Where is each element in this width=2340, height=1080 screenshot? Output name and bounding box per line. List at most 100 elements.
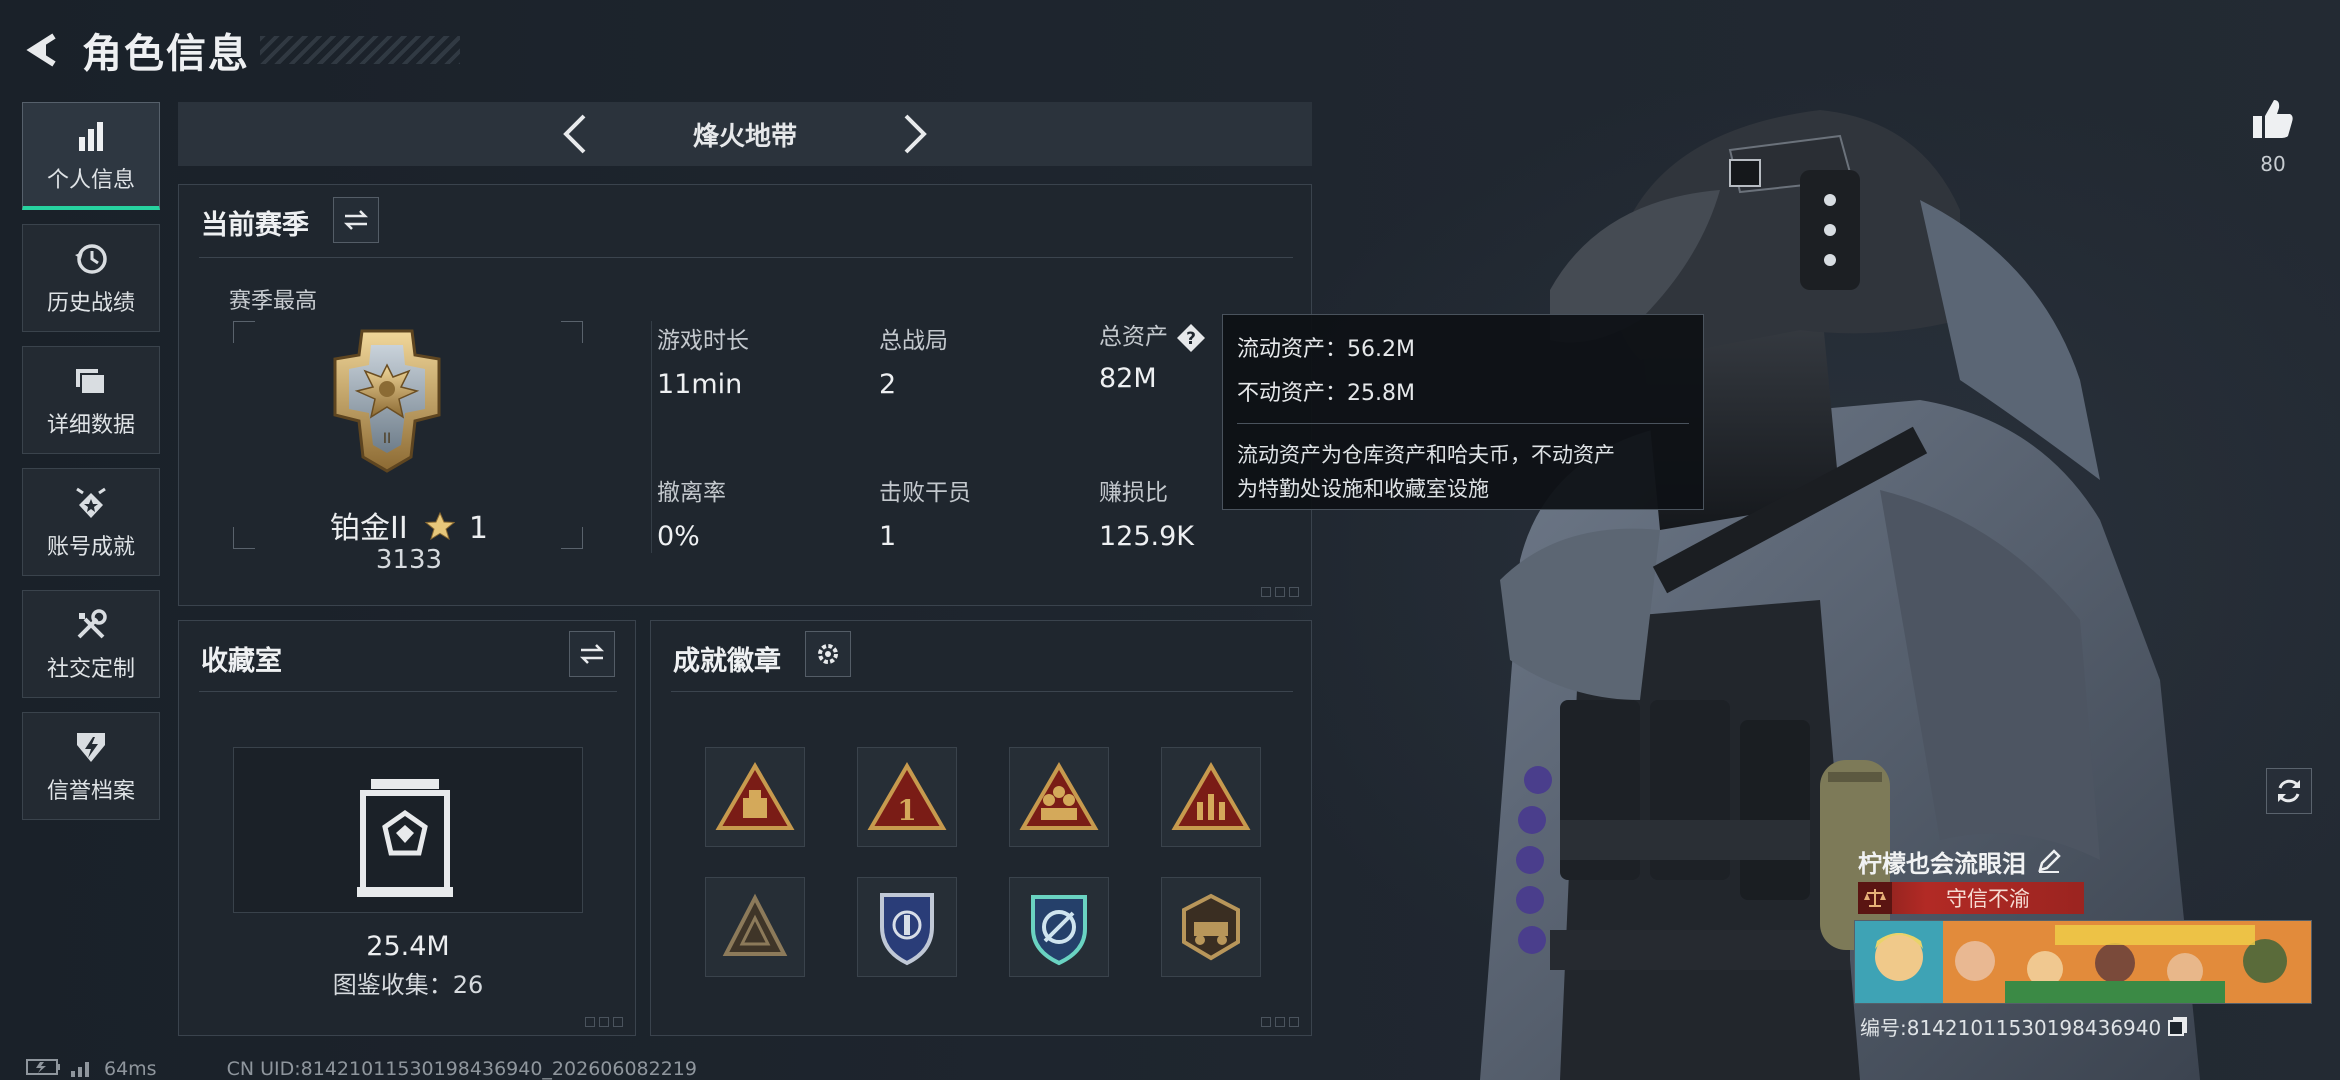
stat-total-matches: 总战局 2: [879, 321, 948, 400]
tooltip-liquid-assets: 流动资产：56.2M: [1237, 337, 1415, 362]
stats-divider: [651, 321, 652, 553]
panel-divider: [199, 691, 617, 692]
achievement-star-icon: [71, 483, 111, 523]
tooltip-fixed-assets: 不动资产：25.8M: [1237, 381, 1415, 406]
season-switch-button[interactable]: [333, 197, 379, 243]
edit-pencil-icon[interactable]: [2036, 848, 2064, 876]
like-button[interactable]: 80: [2248, 96, 2298, 176]
header: 角色信息: [22, 20, 460, 80]
season-high-label: 赛季最高: [229, 289, 318, 314]
title-decoration: [260, 36, 460, 64]
stat-value: 0%: [657, 521, 700, 552]
collection-count: 图鉴收集：26: [332, 971, 484, 999]
page-title: 角色信息: [82, 31, 250, 77]
sidebar-item-detailed-data[interactable]: 详细数据: [22, 346, 160, 454]
number-one-triangle-badge-icon[interactable]: 1: [857, 747, 957, 847]
sidebar-item-label: 个人信息: [46, 167, 135, 193]
svg-text:1: 1: [897, 794, 916, 827]
stat-label: 击败干员: [879, 480, 971, 506]
rotate-view-button[interactable]: [2266, 768, 2312, 814]
player-title-text: 守信不渝: [1946, 887, 2030, 911]
corner-decoration: [585, 1017, 623, 1027]
help-question-icon[interactable]: ?: [1176, 323, 1206, 353]
blue-shield-badge-icon[interactable]: [857, 877, 957, 977]
stat-value: 11min: [657, 369, 743, 400]
gear-icon: [818, 644, 838, 664]
collection-value: 25.4M: [366, 931, 450, 962]
stat-operators-defeated: 击败干员 1: [879, 473, 971, 552]
current-season-panel: 当前赛季 赛季最高 II 铂金II 1 3133 游戏时长 11min 总战局 …: [178, 184, 1312, 606]
collection-title: 收藏室: [201, 646, 282, 677]
stat-value: 1: [879, 521, 897, 552]
corner-decoration: [1261, 587, 1299, 597]
tooltip-description-line-1: 流动资产为仓库资产和哈夫币，不动资产: [1237, 443, 1615, 467]
player-id-row: 编号:814210115301984369​40: [1860, 1012, 2191, 1041]
sidebar-item-label: 信誉档案: [46, 779, 135, 804]
shield-lightning-icon: [71, 727, 111, 767]
badges-settings-button[interactable]: [805, 631, 851, 677]
collection-room-panel: 收藏室 25.4M 图鉴收集：26: [178, 620, 636, 1036]
supply-triangle-badge-icon[interactable]: [705, 747, 805, 847]
squad-triangle-badge-icon[interactable]: [1009, 747, 1109, 847]
clock-history-icon: [71, 239, 111, 279]
stat-label: 总战局: [879, 328, 948, 354]
stat-value: 125.9K: [1099, 521, 1195, 552]
stat-label: 总资产?: [1099, 317, 1206, 353]
signal-icon: [70, 1057, 94, 1080]
sidebar-item-reputation[interactable]: 信誉档案: [22, 712, 160, 820]
sidebar-item-social-custom[interactable]: 社交定制: [22, 590, 160, 698]
status-bar: 64ms CN UID:814210115301984369​40_202606…: [26, 1058, 697, 1080]
latency-readout: 64ms: [104, 1058, 157, 1080]
stat-extraction-rate: 撤离率 0%: [657, 473, 726, 552]
collection-switch-button[interactable]: [569, 631, 615, 677]
player-title-badge[interactable]: 守信不渝: [1858, 882, 2084, 914]
svg-text:?: ?: [1186, 329, 1196, 349]
sidebar-item-label: 社交定制: [46, 657, 135, 682]
sidebar-item-label: 历史战绩: [46, 291, 135, 316]
mode-switcher: 烽火地带: [178, 102, 1312, 166]
refresh-icon: [2278, 779, 2300, 803]
mode-title: 烽火地带: [692, 121, 797, 152]
copy-icon[interactable]: [2167, 1015, 2191, 1039]
stat-value: 82M: [1099, 362, 1157, 394]
badges-title: 成就徽章: [673, 646, 781, 677]
player-id: 编号:814210115301984369​40: [1860, 1016, 2162, 1040]
season-title: 当前赛季: [201, 210, 309, 241]
stat-profit-loss-ratio: 赚损比 125.9K: [1099, 473, 1194, 552]
rank-stars: 1: [468, 511, 488, 546]
stat-label: 游戏时长: [657, 328, 749, 354]
tooltip-divider: [1237, 423, 1689, 424]
vault-icon: [357, 775, 453, 899]
rank-score: 3133: [375, 545, 443, 575]
stat-total-assets: 总资产? 82M: [1099, 317, 1206, 394]
tools-icon: [71, 605, 111, 645]
folder-icon: [71, 361, 111, 401]
sidebar-item-history[interactable]: 历史战绩: [22, 224, 160, 332]
ammo-triangle-badge-icon[interactable]: [1161, 747, 1261, 847]
star-icon: [424, 511, 456, 549]
corner-decoration: [1261, 1017, 1299, 1027]
assets-tooltip: 流动资产：56.2M 不动资产：25.8M 流动资产为仓库资产和哈夫币，不动资产…: [1222, 314, 1704, 510]
next-mode-chevron-icon[interactable]: [885, 102, 945, 166]
stat-label-text: 总资产: [1099, 324, 1168, 350]
stat-label: 撤离率: [657, 480, 726, 506]
player-banner[interactable]: [1854, 920, 2312, 1004]
rank-name-row: 铂金II 1: [179, 503, 639, 549]
sidebar: 个人信息 历史战绩 详细数据 账号成就 社交定制 信誉档案: [22, 102, 160, 834]
platinum-rank-emblem-icon: II: [327, 325, 447, 473]
vehicle-badge-icon[interactable]: [1161, 877, 1261, 977]
circuit-shield-badge-icon[interactable]: [1009, 877, 1109, 977]
prev-mode-chevron-icon[interactable]: [545, 102, 605, 166]
sidebar-item-personal-info[interactable]: 个人信息: [22, 102, 160, 210]
panel-divider: [199, 257, 1293, 258]
tooltip-description-line-2: 为特勤处设施和收藏室设施: [1237, 477, 1489, 501]
like-count: 80: [2260, 152, 2286, 176]
stat-label: 赚损比: [1099, 480, 1168, 506]
swap-icon: [579, 644, 605, 664]
back-arrow-icon[interactable]: [22, 28, 66, 72]
swap-icon: [343, 210, 369, 230]
sidebar-item-achievements[interactable]: 账号成就: [22, 468, 160, 576]
stat-value: 2: [879, 369, 897, 400]
faded-triangle-badge-icon[interactable]: [705, 877, 805, 977]
scales-emblem-icon: [1858, 882, 1892, 914]
